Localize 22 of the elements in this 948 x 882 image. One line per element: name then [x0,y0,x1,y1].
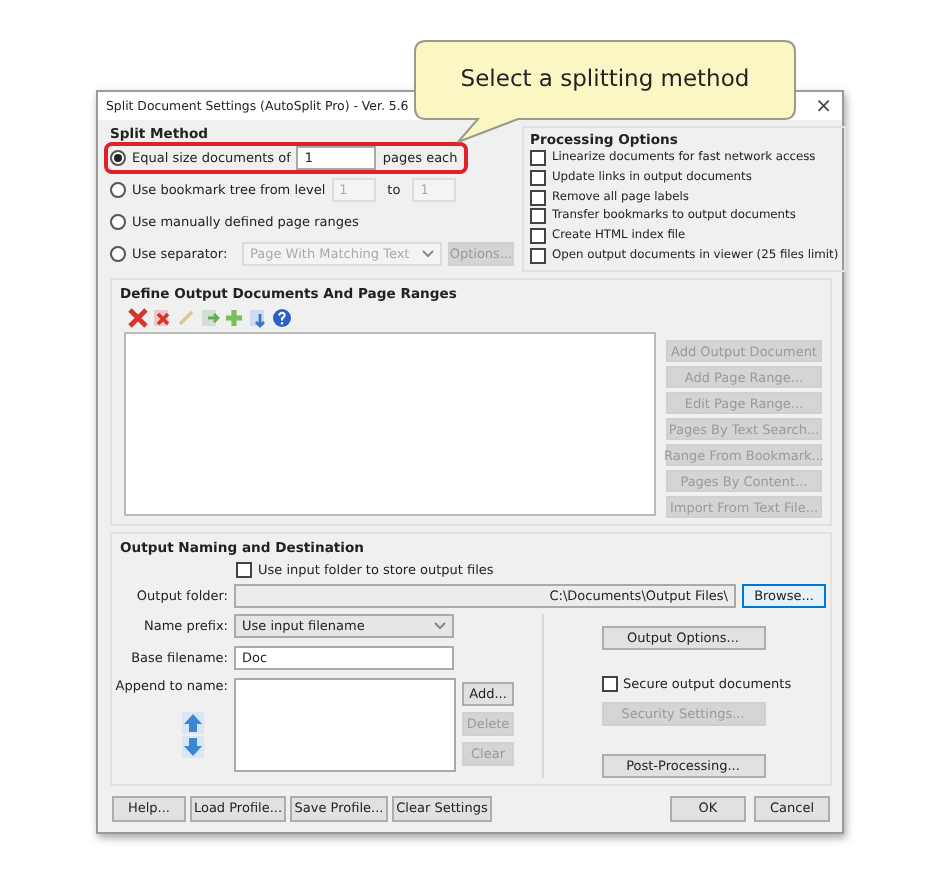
radio-button[interactable] [110,182,126,198]
checkbox[interactable] [236,562,252,578]
remove-document-icon[interactable] [152,307,172,327]
radio-button[interactable] [110,150,126,166]
checkbox[interactable] [530,149,546,166]
checkbox[interactable] [530,208,546,225]
delete-icon[interactable] [128,307,148,327]
document-down-arrow-icon[interactable] [248,307,268,327]
up-arrow-icon[interactable] [182,712,204,734]
down-arrow-icon[interactable] [182,736,204,758]
caret-icon [422,250,434,258]
checkbox[interactable] [530,248,546,265]
checkbox[interactable] [530,169,546,186]
checkbox[interactable] [530,189,546,206]
help-icon[interactable] [272,307,292,327]
callout-text: Select a splitting method [458,64,752,92]
close-button[interactable]: × [815,95,832,117]
checkbox[interactable] [530,228,546,245]
radio-button[interactable] [110,246,126,262]
checkbox[interactable] [601,676,617,692]
caret-icon [434,622,446,630]
radio-button[interactable] [110,214,126,230]
